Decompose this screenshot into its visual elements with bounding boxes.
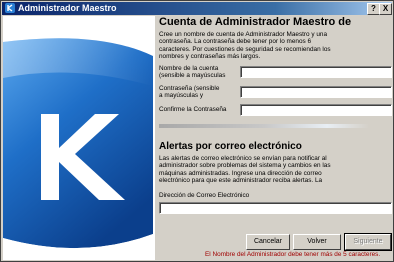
account-name-label-line: Nombre de la cuenta [159, 65, 219, 72]
alerts-description: Las alertas de correo electrónico se env… [159, 155, 331, 185]
alerts-description-line: Las alertas de correo electrónico se env… [159, 155, 327, 162]
next-button[interactable]: Siguiente [345, 234, 391, 250]
account-name-label: Nombre de la cuenta (sensible a mayúscul… [159, 65, 225, 80]
account-description-line: caracteres. Por cuestiones de seguridad … [159, 45, 331, 53]
password-label-line: Contraseña (sensible [159, 85, 220, 92]
alerts-heading: Alertas por correo electrónico [159, 141, 302, 152]
brand-logo-icon [3, 38, 153, 260]
title-bar: Administrador Maestro ? X [2, 2, 392, 15]
confirm-password-label: Confirme la Contraseña [159, 106, 227, 113]
alerts-description-line: administrador sobre problemas del sistem… [159, 162, 331, 170]
content-panel: Cuenta de Administrador Maestro de Cree … [159, 16, 392, 230]
email-label: Dirección de Correo Electrónico [159, 192, 250, 199]
account-description: Cree un nombre de cuenta de Administrado… [159, 31, 331, 61]
window-title: Administrador Maestro [18, 3, 117, 13]
account-description-line: Cree un nombre de cuenta de Administrado… [159, 31, 328, 38]
status-message: El Nombre del Administrador debe tener m… [205, 251, 381, 258]
app-logo-icon [5, 3, 15, 13]
password-label-line: a mayúsculas y [159, 92, 204, 100]
back-button[interactable]: Volver [293, 234, 341, 250]
account-description-line: nombres y contraseñas más largos. [159, 53, 261, 61]
close-button[interactable]: X [379, 3, 392, 15]
password-input[interactable] [240, 86, 392, 98]
brand-panel [3, 16, 155, 260]
account-name-input[interactable] [240, 66, 392, 78]
cancel-button[interactable]: Cancelar [246, 234, 290, 250]
section-divider [159, 124, 369, 128]
password-label: Contraseña (sensible a mayúsculas y [159, 85, 219, 100]
alerts-description-line: máquinas administradas. Ingrese una dire… [159, 169, 322, 177]
setup-window: Administrador Maestro ? X Cuenta de Admi… [0, 0, 394, 262]
account-description-line: contraseña. La contraseña debe tener por… [159, 38, 312, 46]
confirm-password-input[interactable] [240, 104, 392, 116]
alerts-description-line: electrónico para que este administrador … [159, 177, 323, 185]
account-heading: Cuenta de Administrador Maestro de [159, 16, 352, 28]
account-name-label-line: (sensible a mayúsculas [159, 72, 226, 80]
email-input[interactable] [159, 202, 392, 214]
